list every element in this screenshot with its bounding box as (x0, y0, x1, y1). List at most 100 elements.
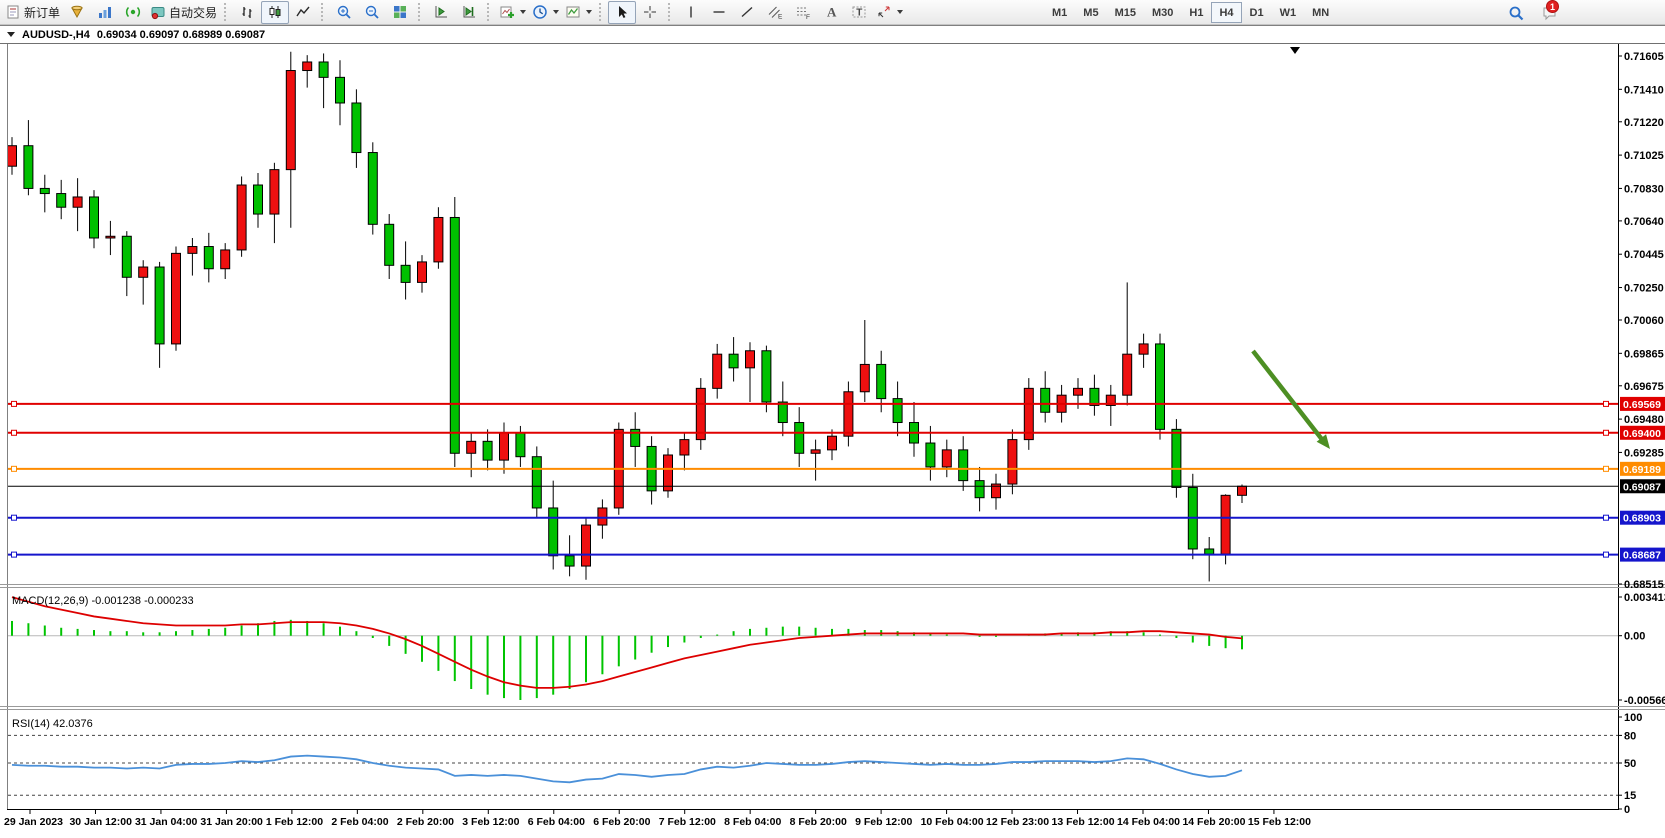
time-label: 31 Jan 04:00 (135, 816, 198, 828)
line-chart-button[interactable] (289, 1, 317, 24)
templates-button[interactable] (562, 1, 595, 24)
timeframe-M5[interactable]: M5 (1075, 2, 1106, 23)
rsi-tick: 50 (1624, 758, 1636, 770)
indicators-button[interactable] (63, 1, 91, 24)
macd-tick: 0.003413 (1624, 592, 1665, 604)
arrows-icon (876, 4, 892, 20)
cursor-button[interactable] (608, 1, 636, 24)
candle-body (368, 153, 377, 225)
candle-body (1139, 344, 1148, 354)
cursor-icon (614, 4, 630, 20)
new-chart-button[interactable] (496, 1, 529, 24)
zoom-out-button[interactable] (358, 1, 386, 24)
timeframe-M15[interactable]: M15 (1107, 2, 1144, 23)
tile-windows-button[interactable] (386, 1, 414, 24)
hline-handle[interactable] (1604, 401, 1609, 406)
notifications-button[interactable]: 1 (1536, 1, 1564, 24)
candle-body (680, 440, 689, 455)
signals-button[interactable] (119, 1, 147, 24)
candle-body (975, 481, 984, 498)
candle-body (516, 433, 525, 457)
label-button[interactable]: T (845, 1, 873, 24)
candle-body (926, 443, 935, 467)
candle-body (139, 267, 148, 277)
fibonacci-button[interactable]: F (789, 1, 817, 24)
macd-tick: -0.005669 (1624, 695, 1665, 707)
trendline-button[interactable] (733, 1, 761, 24)
chart-canvas[interactable]: 0.716050.714100.712200.710250.708300.706… (0, 44, 1665, 838)
fibo-icon: F (795, 4, 811, 20)
zoom-in-button[interactable] (330, 1, 358, 24)
candlestick-button[interactable] (261, 1, 289, 24)
arrow-annotation[interactable] (1253, 351, 1324, 442)
chart-shift-button[interactable] (427, 1, 455, 24)
price-tick: 0.70640 (1624, 216, 1664, 228)
hline-handle[interactable] (1604, 515, 1609, 520)
hline-handle[interactable] (12, 401, 17, 406)
bar-chart-button[interactable] (233, 1, 261, 24)
horizontal-line-button[interactable] (705, 1, 733, 24)
candle-body (336, 77, 345, 103)
main-toolbar: 新订单 自动交易 E F AT M1M5M15M30H1H4D1W1MN 1 (0, 0, 1665, 25)
notification-badge: 1 (1546, 0, 1559, 13)
text-button[interactable]: A (817, 1, 845, 24)
time-label: 2 Feb 04:00 (331, 816, 388, 828)
hline-handle[interactable] (12, 552, 17, 557)
candle-body (532, 457, 541, 508)
hline-handle[interactable] (1604, 552, 1609, 557)
rsi-line (12, 756, 1242, 783)
candle-body (893, 399, 902, 423)
candle-body (1008, 440, 1017, 484)
auto-scroll-button[interactable] (455, 1, 483, 24)
template-icon (565, 4, 581, 20)
new-order-button[interactable]: 新订单 (2, 1, 63, 24)
hline-handle[interactable] (12, 466, 17, 471)
market-watch-button[interactable] (91, 1, 119, 24)
vertical-line-button[interactable] (677, 1, 705, 24)
periods-button[interactable] (529, 1, 562, 24)
candle-body (352, 103, 361, 153)
auto-trading-icon (150, 4, 166, 20)
toolbar-separator (321, 3, 326, 21)
chevron-down-icon[interactable] (586, 10, 592, 14)
chart-dropdown-icon[interactable] (7, 32, 15, 37)
hline-handle[interactable] (12, 515, 17, 520)
arrows-button[interactable] (873, 1, 906, 24)
chart-shift-marker[interactable] (1290, 47, 1300, 54)
candle-body (860, 364, 869, 391)
timeframe-H1[interactable]: H1 (1181, 2, 1211, 23)
timeframe-MN[interactable]: MN (1304, 2, 1337, 23)
search-button[interactable] (1502, 1, 1530, 24)
price-badge-label: 0.69400 (1623, 428, 1661, 440)
candle-body (877, 364, 886, 398)
chevron-down-icon[interactable] (553, 10, 559, 14)
rsi-tick: 80 (1624, 730, 1636, 742)
crosshair-button[interactable] (636, 1, 664, 24)
equidistant-channel-button[interactable]: E (761, 1, 789, 24)
candle-body (795, 423, 804, 454)
time-label: 3 Feb 12:00 (462, 816, 519, 828)
candle-body (1074, 388, 1083, 395)
hline-handle[interactable] (1604, 466, 1609, 471)
timeframe-M1[interactable]: M1 (1044, 2, 1075, 23)
chevron-down-icon[interactable] (520, 10, 526, 14)
timeframe-D1[interactable]: D1 (1242, 2, 1272, 23)
time-label: 6 Feb 04:00 (528, 816, 585, 828)
chevron-down-icon[interactable] (897, 10, 903, 14)
hline-handle[interactable] (1604, 430, 1609, 435)
timeframe-H4[interactable]: H4 (1211, 2, 1241, 23)
candle-body (73, 197, 82, 207)
candle-body (221, 250, 230, 269)
macd-signal-line (12, 597, 1242, 688)
candle-body (598, 508, 607, 525)
timeframe-W1[interactable]: W1 (1272, 2, 1305, 23)
candle-body (434, 217, 443, 261)
candle-body (401, 265, 410, 282)
candle-body (1238, 486, 1247, 495)
svg-text:F: F (806, 14, 810, 20)
hline-handle[interactable] (12, 430, 17, 435)
text-icon: A (823, 4, 839, 20)
price-badge-label: 0.68903 (1623, 513, 1661, 525)
auto-trading-button[interactable]: 自动交易 (147, 1, 220, 24)
timeframe-M30[interactable]: M30 (1144, 2, 1181, 23)
